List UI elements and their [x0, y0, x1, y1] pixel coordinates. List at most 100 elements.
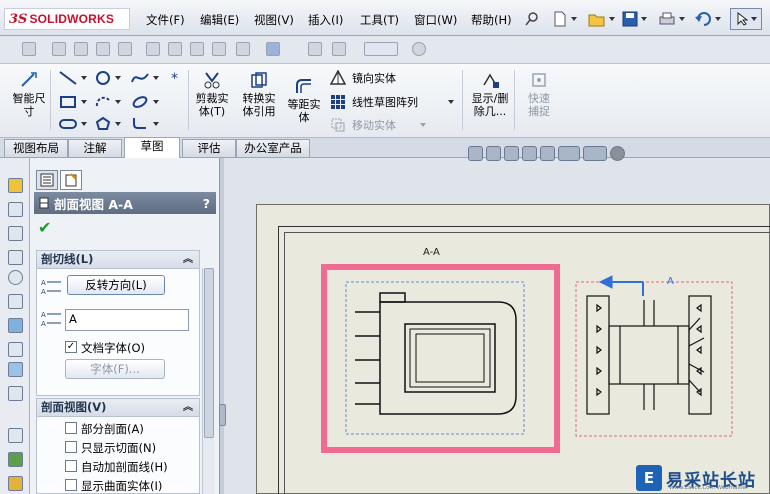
heads-up-view-toolbar: [468, 142, 625, 164]
image-icon[interactable]: [8, 452, 23, 467]
panel-scrollbar[interactable]: [202, 268, 214, 494]
detail-view-icon[interactable]: [8, 270, 23, 285]
standard-3-view-icon[interactable]: [8, 386, 23, 401]
collapse-icon[interactable]: ︽: [183, 251, 193, 268]
select-filter-button[interactable]: [364, 42, 398, 56]
collapse-icon[interactable]: ︽: [183, 399, 193, 416]
print-button[interactable]: [658, 8, 685, 30]
splitter-grip[interactable]: [219, 404, 226, 426]
convert-entities-button[interactable]: 转换实体引用: [236, 70, 282, 118]
rotate-view-icon[interactable]: [522, 145, 537, 161]
select-button[interactable]: [730, 8, 762, 30]
scroll-thumb[interactable]: [204, 268, 214, 438]
cube-view-icon[interactable]: [118, 42, 132, 56]
circle-tool[interactable]: [94, 70, 121, 86]
menu-tools[interactable]: 工具(T): [360, 12, 399, 28]
quick-snap-button[interactable]: 快速捕捉: [518, 70, 560, 118]
view-orientation-icon[interactable]: [558, 145, 580, 161]
tab-annotation[interactable]: 注解: [68, 139, 122, 157]
property-manager-tab[interactable]: [60, 170, 82, 190]
point-tool[interactable]: *: [170, 70, 182, 86]
font-button[interactable]: 字体(F)...: [65, 359, 165, 379]
menu-view[interactable]: 视图(V): [254, 12, 294, 28]
move-entities-button[interactable]: 移动实体: [330, 117, 426, 133]
rectangle-tool[interactable]: [58, 94, 87, 110]
alternate-position-icon[interactable]: [8, 362, 23, 377]
hide-show-items-icon[interactable]: [583, 145, 607, 161]
feature-manager-tab[interactable]: [36, 170, 58, 190]
property-icon: [65, 173, 77, 187]
menu-help[interactable]: 帮助(H): [471, 12, 512, 28]
cutting-line-header[interactable]: 剖切线(L) ︽: [37, 251, 199, 269]
help-button[interactable]: ?: [203, 196, 210, 211]
partial-section-checkbox[interactable]: [65, 422, 77, 434]
tab-view-layout[interactable]: 视图布局: [4, 139, 68, 157]
tab-office-products[interactable]: 办公室产品: [236, 139, 310, 157]
globe-icon[interactable]: [412, 42, 426, 56]
polygon-tool[interactable]: [94, 116, 121, 132]
offset-entities-button[interactable]: 等距实体: [284, 76, 324, 124]
show-slice-only-checkbox[interactable]: [65, 441, 77, 453]
show-hide-relations-button[interactable]: 显示/删除几...: [468, 70, 512, 118]
new-document-button[interactable]: [552, 8, 577, 30]
appearance-icon[interactable]: [610, 145, 625, 161]
smart-dimension-button[interactable]: 智能尺寸: [8, 70, 50, 118]
auxiliary-view-icon[interactable]: [8, 226, 23, 241]
mirror-entities-button[interactable]: 镜向实体: [330, 70, 396, 86]
undo-button[interactable]: [694, 8, 721, 30]
linear-pattern-button[interactable]: 线性草图阵列: [330, 94, 454, 110]
anchor-icon[interactable]: [22, 42, 36, 56]
previous-view-icon[interactable]: [504, 145, 519, 161]
trim-entities-button[interactable]: 剪裁实体(T): [192, 70, 232, 118]
menu-file[interactable]: 文件(F): [146, 12, 185, 28]
broken-out-section-icon[interactable]: [8, 294, 23, 309]
table-icon[interactable]: [8, 428, 23, 443]
folder-icon[interactable]: [8, 476, 23, 491]
slot-tool[interactable]: [58, 116, 87, 132]
link-icon[interactable]: [266, 42, 280, 56]
panel-splitter[interactable]: [220, 158, 224, 494]
settings-icon[interactable]: [332, 42, 346, 56]
cube-view-icon[interactable]: [146, 42, 160, 56]
svg-text:A: A: [41, 311, 46, 319]
ellipse-tool[interactable]: [130, 94, 159, 110]
arc-tool[interactable]: [94, 94, 121, 110]
auto-hatching-checkbox[interactable]: [65, 460, 77, 472]
save-button[interactable]: [622, 8, 647, 30]
zoom-area-icon[interactable]: [486, 145, 501, 161]
section-view-group: 剖面视图(V) ︽ 部分剖面(A) 只显示切面(N) 自动加剖面线(H) 显示曲…: [36, 398, 200, 494]
show-surface-bodies-checkbox[interactable]: [65, 479, 77, 491]
comment-icon[interactable]: [308, 42, 322, 56]
cube-view-icon[interactable]: [236, 42, 250, 56]
cube-view-icon[interactable]: [96, 42, 110, 56]
cube-view-icon[interactable]: [168, 42, 182, 56]
cube-view-icon[interactable]: [52, 42, 66, 56]
cube-view-icon[interactable]: [190, 42, 204, 56]
pin-icon[interactable]: [524, 8, 540, 30]
cube-view-icon[interactable]: [74, 42, 88, 56]
ok-check-icon[interactable]: ✔: [38, 218, 51, 237]
cube-view-icon[interactable]: [212, 42, 226, 56]
section-line-icon[interactable]: [8, 250, 23, 265]
crop-view-icon[interactable]: [8, 342, 23, 357]
auto-hatching-label: 自动加剖面线(H): [81, 460, 168, 474]
projected-view-icon[interactable]: [8, 202, 23, 217]
line-tool[interactable]: [58, 70, 87, 86]
section-view-icon[interactable]: [540, 145, 555, 161]
tab-sketch[interactable]: 草图: [124, 137, 180, 158]
label-input[interactable]: A: [65, 309, 189, 331]
tab-evaluate[interactable]: 评估: [182, 139, 236, 157]
open-folder-button[interactable]: [588, 8, 615, 30]
zoom-to-fit-icon[interactable]: [468, 145, 483, 161]
document-font-checkbox[interactable]: ✓: [65, 341, 77, 353]
spline-tool[interactable]: [130, 70, 159, 86]
break-view-icon[interactable]: [8, 318, 23, 333]
menu-edit[interactable]: 编辑(E): [200, 12, 239, 28]
flip-direction-button[interactable]: 反转方向(L): [67, 275, 165, 295]
section-view-header[interactable]: 剖面视图(V) ︽: [37, 399, 199, 417]
menu-window[interactable]: 窗口(W): [414, 12, 457, 28]
fillet-tool[interactable]: [130, 116, 159, 132]
model-view-icon[interactable]: [8, 178, 23, 193]
menu-insert[interactable]: 插入(I): [308, 12, 343, 28]
secondary-toolbar: [0, 36, 770, 64]
